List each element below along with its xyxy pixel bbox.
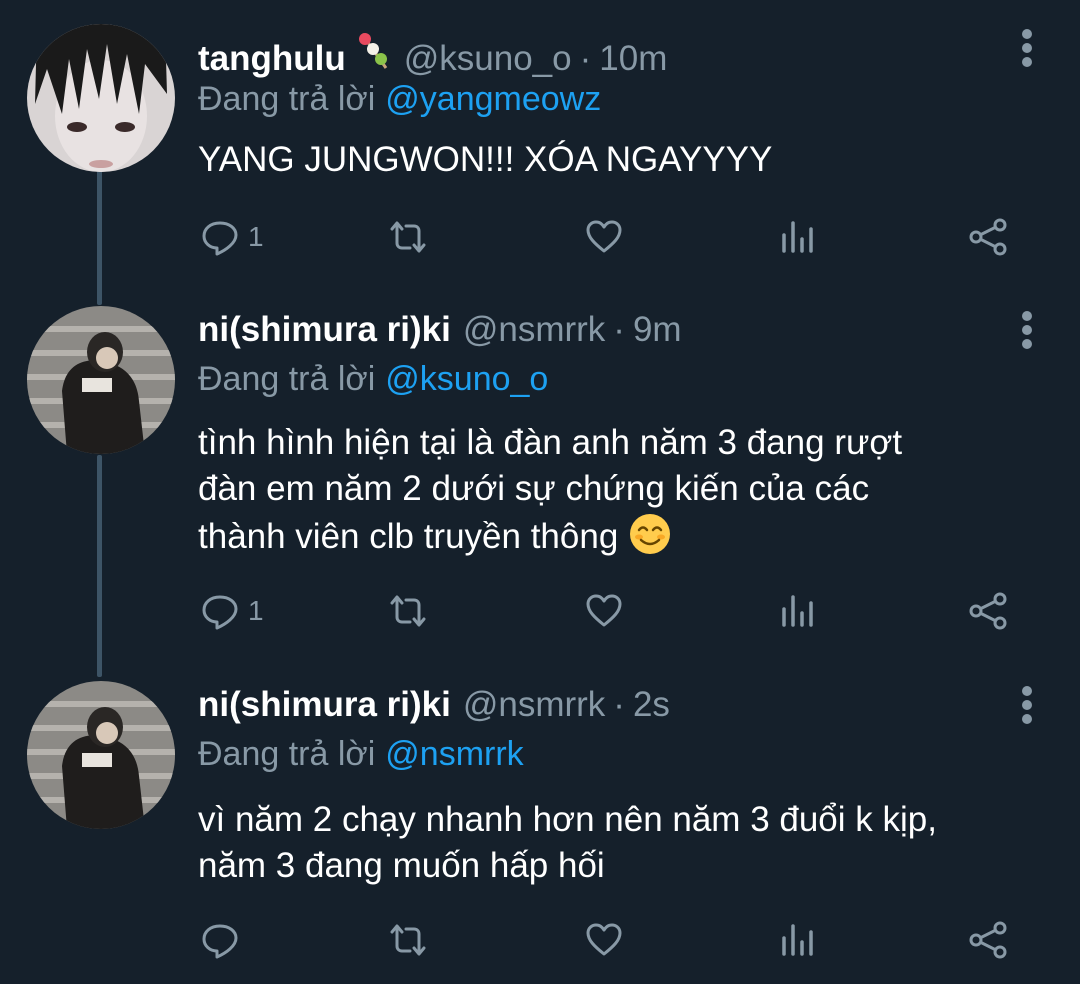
- display-name[interactable]: ni(shimura ri)ki: [198, 310, 451, 350]
- retweet-button[interactable]: [388, 915, 428, 965]
- reply-button[interactable]: 1: [200, 212, 264, 262]
- separator-dot: ·: [579, 39, 592, 78]
- heart-icon: [586, 220, 622, 253]
- tweet-text-line: vì năm 2 chạy nhanh hơn nên năm 3 đuổi k…: [198, 800, 937, 839]
- analytics-button[interactable]: [778, 212, 818, 262]
- retweet-button[interactable]: [388, 212, 428, 262]
- share-button[interactable]: [968, 915, 1008, 965]
- share-button[interactable]: [968, 586, 1008, 636]
- more-options-icon[interactable]: [1020, 22, 1034, 82]
- like-button[interactable]: [584, 915, 624, 965]
- avatar-image: [27, 681, 175, 829]
- tweet-text-line: đàn em năm 2 dưới sự chứng kiến của các: [198, 469, 870, 508]
- tweet-text-line: thành viên clb truyền thông: [198, 517, 619, 556]
- retweet-button[interactable]: [388, 586, 428, 636]
- replying-to: Đang trả lời @yangmeowz: [198, 80, 601, 119]
- reply-mention-link[interactable]: @yangmeowz: [385, 80, 601, 118]
- separator-dot: ·: [613, 310, 625, 349]
- share-icon: [969, 592, 1007, 630]
- more-options-icon[interactable]: [1020, 304, 1034, 364]
- reply-mention-link[interactable]: @nsmrrk: [385, 735, 523, 773]
- tanghulu-candy-icon: [358, 33, 387, 69]
- reply-count: 1: [248, 595, 264, 626]
- analytics-icon: [782, 595, 813, 627]
- analytics-button[interactable]: [778, 915, 818, 965]
- tweet-text: YANG JUNGWON!!! XÓA NGAYYYY: [198, 137, 1028, 183]
- user-handle[interactable]: @nsmrrk: [463, 310, 605, 350]
- heart-icon: [586, 923, 622, 956]
- separator-dot: ·: [613, 685, 625, 724]
- avatar-image: [27, 24, 175, 172]
- tweet-text-line: năm 3 đang muốn hấp hối: [198, 846, 605, 885]
- heart-icon: [586, 594, 622, 627]
- reply-button[interactable]: 1: [200, 586, 264, 636]
- like-button[interactable]: [584, 212, 624, 262]
- avatar[interactable]: [27, 306, 175, 454]
- share-icon: [969, 921, 1007, 959]
- tweet-text-line: tình hình hiện tại là đàn anh năm 3 đang…: [198, 423, 903, 462]
- reply-icon: [202, 221, 238, 256]
- replying-to: Đang trả lời @nsmrrk: [198, 735, 524, 774]
- replying-to-label: Đang trả lời: [198, 80, 376, 118]
- avatar-image: [27, 306, 175, 454]
- tweet-text: tình hình hiện tại là đàn anh năm 3 đang…: [198, 420, 1028, 560]
- smiling-face-icon: [630, 514, 671, 554]
- like-button[interactable]: [584, 586, 624, 636]
- share-button[interactable]: [968, 212, 1008, 262]
- tweet[interactable]: tanghulu @ksuno_o · 10m Đang trả lời @yan…: [0, 0, 1080, 300]
- timestamp[interactable]: 2s: [633, 685, 670, 725]
- tweet-header: tanghulu @ksuno_o · 10m: [198, 30, 667, 80]
- user-handle[interactable]: @nsmrrk: [463, 685, 605, 725]
- analytics-icon: [782, 221, 813, 253]
- reply-icon: [202, 924, 238, 959]
- replying-to-label: Đang trả lời: [198, 735, 376, 773]
- timestamp[interactable]: 9m: [633, 310, 682, 350]
- replying-to-label: Đang trả lời: [198, 360, 376, 398]
- tweet-actions: 1: [0, 212, 1080, 262]
- avatar[interactable]: [27, 24, 175, 172]
- tweet-text-line: YANG JUNGWON!!! XÓA NGAYYYY: [198, 140, 773, 179]
- analytics-icon: [782, 924, 813, 956]
- avatar[interactable]: [27, 681, 175, 829]
- share-icon: [969, 218, 1007, 256]
- reply-count: 1: [248, 221, 264, 252]
- reply-icon: [202, 595, 238, 630]
- tweet-header: ni(shimura ri)ki @nsmrrk · 2s: [198, 685, 670, 735]
- user-handle[interactable]: @ksuno_o: [404, 39, 572, 79]
- tweet[interactable]: ni(shimura ri)ki @nsmrrk · 9m Đang trả l…: [0, 300, 1080, 675]
- display-name[interactable]: ni(shimura ri)ki: [198, 685, 451, 725]
- retweet-icon: [390, 595, 426, 627]
- replying-to: Đang trả lời @ksuno_o: [198, 360, 548, 399]
- display-name[interactable]: tanghulu: [198, 39, 346, 79]
- retweet-icon: [390, 924, 426, 956]
- analytics-button[interactable]: [778, 586, 818, 636]
- reply-button[interactable]: [200, 915, 248, 965]
- tweet-actions: 1: [0, 586, 1080, 636]
- tweet[interactable]: ni(shimura ri)ki @nsmrrk · 2s Đang trả l…: [0, 675, 1080, 984]
- tweet-header: ni(shimura ri)ki @nsmrrk · 9m: [198, 310, 682, 360]
- timestamp[interactable]: 10m: [599, 39, 667, 79]
- more-options-icon[interactable]: [1020, 679, 1034, 739]
- tweet-text: vì năm 2 chạy nhanh hơn nên năm 3 đuổi k…: [198, 797, 1028, 889]
- reply-mention-link[interactable]: @ksuno_o: [385, 360, 548, 398]
- retweet-icon: [390, 221, 426, 253]
- tweet-actions: [0, 915, 1080, 965]
